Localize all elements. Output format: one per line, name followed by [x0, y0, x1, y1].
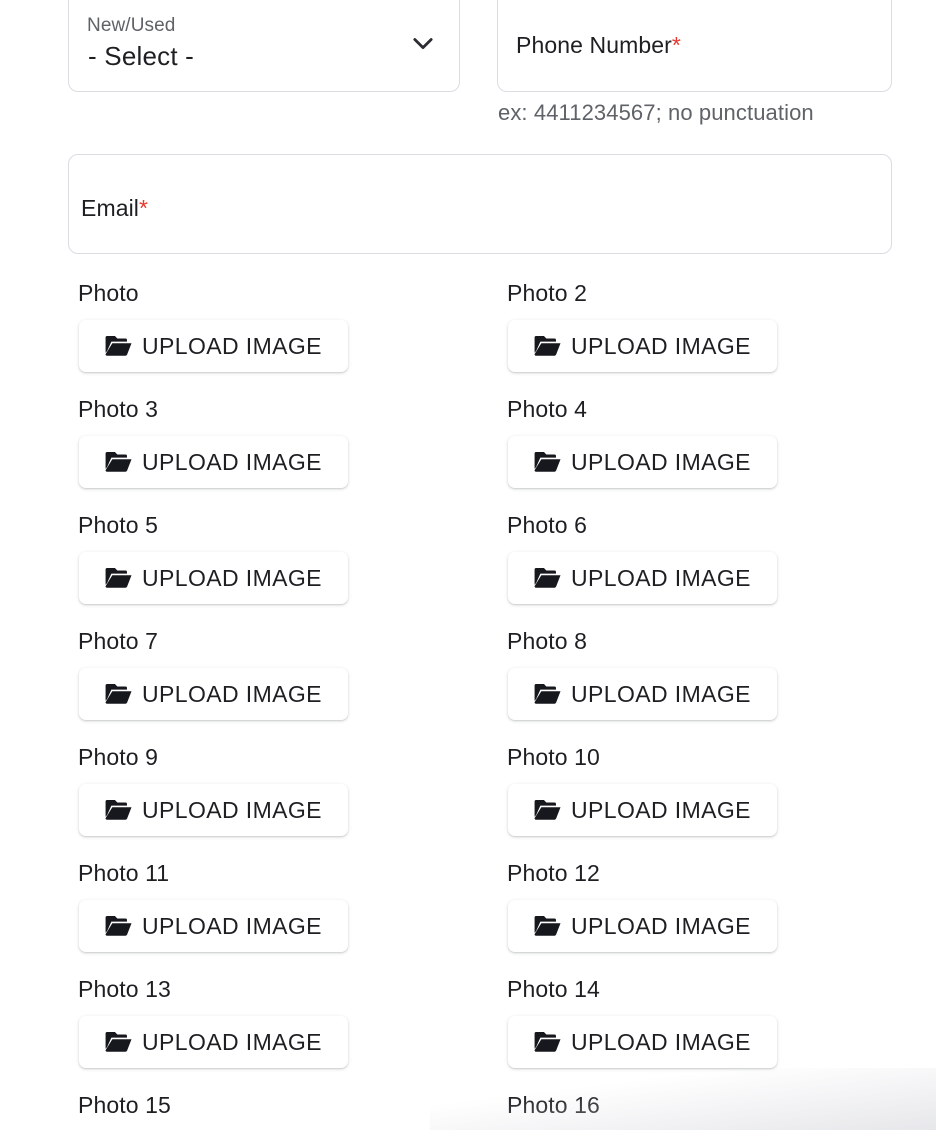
folder-open-icon	[534, 451, 561, 473]
photo-label: Photo 6	[507, 512, 587, 538]
photo-upload-cell: Photo 10 UPLOAD IMAGE	[507, 746, 777, 836]
photo-upload-cell: Photo UPLOAD IMAGE	[78, 282, 348, 372]
upload-image-button-label: UPLOAD IMAGE	[142, 680, 322, 707]
email-field[interactable]: Email*	[68, 154, 892, 254]
photo-label: Photo 2	[507, 280, 587, 306]
email-required-marker: *	[139, 195, 149, 221]
folder-open-icon	[534, 799, 561, 821]
upload-image-button-label: UPLOAD IMAGE	[142, 912, 322, 939]
folder-open-icon	[105, 799, 132, 821]
photo-upload-cell: Photo 4 UPLOAD IMAGE	[507, 398, 777, 488]
upload-image-button[interactable]: UPLOAD IMAGE	[79, 668, 348, 720]
photo-upload-cell: Photo 8 UPLOAD IMAGE	[507, 630, 777, 720]
phone-required-marker: *	[671, 32, 681, 58]
upload-image-button-label: UPLOAD IMAGE	[142, 796, 322, 823]
photo-label: Photo 13	[78, 976, 171, 1002]
upload-image-button[interactable]: UPLOAD IMAGE	[508, 668, 777, 720]
photo-label: Photo 11	[78, 860, 170, 886]
folder-open-icon	[105, 451, 132, 473]
photo-label: Photo 9	[78, 744, 158, 770]
upload-image-button-label: UPLOAD IMAGE	[142, 1028, 322, 1055]
photo-upload-cell: Photo 9 UPLOAD IMAGE	[78, 746, 348, 836]
photo-upload-cell: Photo 15UPLOAD IMAGE	[78, 1094, 348, 1130]
phone-number-field[interactable]: Phone Number*	[497, 0, 892, 92]
photo-row: Photo 5 UPLOAD IMAGE Photo 6 UPLOAD IMAGE	[0, 514, 936, 630]
upload-image-button-label: UPLOAD IMAGE	[142, 564, 322, 591]
photo-upload-cell: Photo 5 UPLOAD IMAGE	[78, 514, 348, 604]
form-page: New/Used - Select - Phone Number* ex: 44…	[0, 0, 936, 1130]
upload-image-button-label: UPLOAD IMAGE	[571, 332, 751, 359]
photo-upload-cell: Photo 6 UPLOAD IMAGE	[507, 514, 777, 604]
upload-image-button[interactable]: UPLOAD IMAGE	[508, 784, 777, 836]
photo-row: Photo 11 UPLOAD IMAGE Photo 12 UPLOAD IMAGE	[0, 862, 936, 978]
photo-upload-cell: Photo 3 UPLOAD IMAGE	[78, 398, 348, 488]
photo-label: Photo 8	[507, 628, 587, 654]
folder-open-icon	[534, 1031, 561, 1053]
photo-label: Photo 14	[507, 976, 600, 1002]
new-used-label: New/Used	[87, 15, 176, 36]
phone-number-label-text: Phone Number	[516, 32, 672, 58]
photo-upload-grid: Photo UPLOAD IMAGE Photo 2 UPLOAD IMAGE Phot…	[0, 282, 936, 1130]
photo-upload-cell: Photo 7 UPLOAD IMAGE	[78, 630, 348, 720]
upload-image-button-label: UPLOAD IMAGE	[571, 912, 751, 939]
upload-image-button-label: UPLOAD IMAGE	[142, 332, 322, 359]
phone-number-label: Phone Number*	[516, 32, 681, 59]
photo-row: Photo 3 UPLOAD IMAGE Photo 4 UPLOAD IMAGE	[0, 398, 936, 514]
photo-row: Photo 7 UPLOAD IMAGE Photo 8 UPLOAD IMAGE	[0, 630, 936, 746]
upload-image-button[interactable]: UPLOAD IMAGE	[79, 320, 348, 372]
upload-image-button-label: UPLOAD IMAGE	[571, 448, 751, 475]
upload-image-button[interactable]: UPLOAD IMAGE	[508, 320, 777, 372]
new-used-value: - Select -	[88, 41, 195, 71]
folder-open-icon	[105, 1031, 132, 1053]
photo-label: Photo 10	[507, 744, 600, 770]
photo-upload-cell: Photo 2 UPLOAD IMAGE	[507, 282, 777, 372]
upload-image-button[interactable]: UPLOAD IMAGE	[79, 784, 348, 836]
folder-open-icon	[534, 683, 561, 705]
folder-open-icon	[534, 567, 561, 589]
upload-image-button-label: UPLOAD IMAGE	[571, 564, 751, 591]
photo-label: Photo 15	[78, 1092, 171, 1118]
photo-upload-cell: Photo 14 UPLOAD IMAGE	[507, 978, 777, 1068]
upload-image-button[interactable]: UPLOAD IMAGE	[79, 552, 348, 604]
folder-open-icon	[534, 335, 561, 357]
upload-image-button[interactable]: UPLOAD IMAGE	[79, 900, 348, 952]
photo-label: Photo 5	[78, 512, 158, 538]
folder-open-icon	[105, 567, 132, 589]
upload-image-button-label: UPLOAD IMAGE	[142, 448, 322, 475]
photo-upload-cell: Photo 11 UPLOAD IMAGE	[78, 862, 348, 952]
photo-row: Photo 9 UPLOAD IMAGE Photo 10 UPLOAD IMAGE	[0, 746, 936, 862]
upload-image-button[interactable]: UPLOAD IMAGE	[508, 436, 777, 488]
photo-label: Photo 3	[78, 396, 158, 422]
new-used-select[interactable]: New/Used - Select -	[68, 0, 460, 92]
upload-image-button[interactable]: UPLOAD IMAGE	[508, 1016, 777, 1068]
folder-open-icon	[105, 915, 132, 937]
photo-label: Photo 4	[507, 396, 587, 422]
email-label: Email*	[81, 195, 148, 222]
folder-open-icon	[105, 335, 132, 357]
photo-upload-cell: Photo 13 UPLOAD IMAGE	[78, 978, 348, 1068]
upload-image-button-label: UPLOAD IMAGE	[571, 1028, 751, 1055]
top-field-row: New/Used - Select - Phone Number*	[68, 0, 892, 92]
photo-row: Photo 15UPLOAD IMAGE Photo 16UPLOAD IMAGE	[0, 1094, 936, 1130]
photo-row: Photo UPLOAD IMAGE Photo 2 UPLOAD IMAGE	[0, 282, 936, 398]
upload-image-button[interactable]: UPLOAD IMAGE	[508, 552, 777, 604]
upload-image-button[interactable]: UPLOAD IMAGE	[79, 1016, 348, 1068]
phone-help-text: ex: 4411234567; no punctuation	[498, 100, 814, 125]
photo-label: Photo 7	[78, 628, 158, 654]
folder-open-icon	[534, 915, 561, 937]
photo-label: Photo	[78, 280, 139, 306]
upload-image-button-label: UPLOAD IMAGE	[571, 680, 751, 707]
upload-image-button-label: UPLOAD IMAGE	[571, 796, 751, 823]
folder-open-icon	[105, 683, 132, 705]
email-label-text: Email	[81, 195, 140, 221]
photo-upload-cell: Photo 12 UPLOAD IMAGE	[507, 862, 777, 952]
photo-upload-cell: Photo 16UPLOAD IMAGE	[507, 1094, 777, 1130]
upload-image-button[interactable]: UPLOAD IMAGE	[79, 436, 348, 488]
photo-row: Photo 13 UPLOAD IMAGE Photo 14 UPLOAD IMAGE	[0, 978, 936, 1094]
photo-label: Photo 16	[507, 1092, 600, 1118]
photo-label: Photo 12	[507, 860, 600, 886]
chevron-down-icon[interactable]	[409, 29, 437, 57]
upload-image-button[interactable]: UPLOAD IMAGE	[508, 900, 777, 952]
